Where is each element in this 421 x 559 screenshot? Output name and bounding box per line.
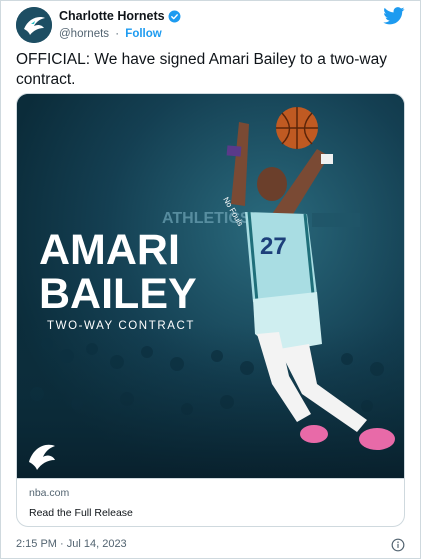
handle-line: @hornets · Follow	[59, 28, 181, 42]
separator-dot: ·	[115, 28, 120, 40]
author-handle[interactable]: @hornets	[59, 28, 109, 40]
tweet-text: OFFICIAL: We have signed Amari Bailey to…	[16, 51, 388, 88]
jersey-number: 27	[260, 233, 287, 260]
headline-first-name: AMARI	[39, 226, 180, 274]
author-info: Charlotte Hornets @hornets · Follow	[59, 7, 181, 42]
hornets-logo-icon	[16, 7, 52, 43]
author-name-row: Charlotte Hornets	[59, 8, 181, 24]
player-graphic: ATHLETICS 27 No Fouls AMARI BAILEY TWO-W…	[17, 94, 404, 478]
headline-last-name: BAILEY	[39, 270, 197, 318]
author-display-name[interactable]: Charlotte Hornets	[59, 9, 165, 23]
tweet-card: Charlotte Hornets @hornets · Follow OFFI…	[0, 0, 421, 559]
follow-button[interactable]: Follow	[125, 28, 161, 40]
link-preview[interactable]: nba.com Read the Full Release	[17, 478, 404, 526]
tweet-timestamp[interactable]: 2:15 PM · Jul 14, 2023	[16, 538, 127, 550]
link-title[interactable]: Read the Full Release	[29, 507, 392, 521]
avatar[interactable]	[16, 7, 52, 43]
media-image[interactable]: ATHLETICS 27 No Fouls AMARI BAILEY TWO-W…	[17, 94, 404, 478]
link-domain: nba.com	[29, 487, 70, 499]
verified-icon	[168, 10, 181, 22]
info-icon[interactable]	[391, 538, 405, 552]
twitter-bird-icon[interactable]	[383, 7, 405, 25]
headline-subtitle: TWO-WAY CONTRACT	[47, 320, 195, 332]
media-card[interactable]: ATHLETICS 27 No Fouls AMARI BAILEY TWO-W…	[16, 93, 405, 527]
